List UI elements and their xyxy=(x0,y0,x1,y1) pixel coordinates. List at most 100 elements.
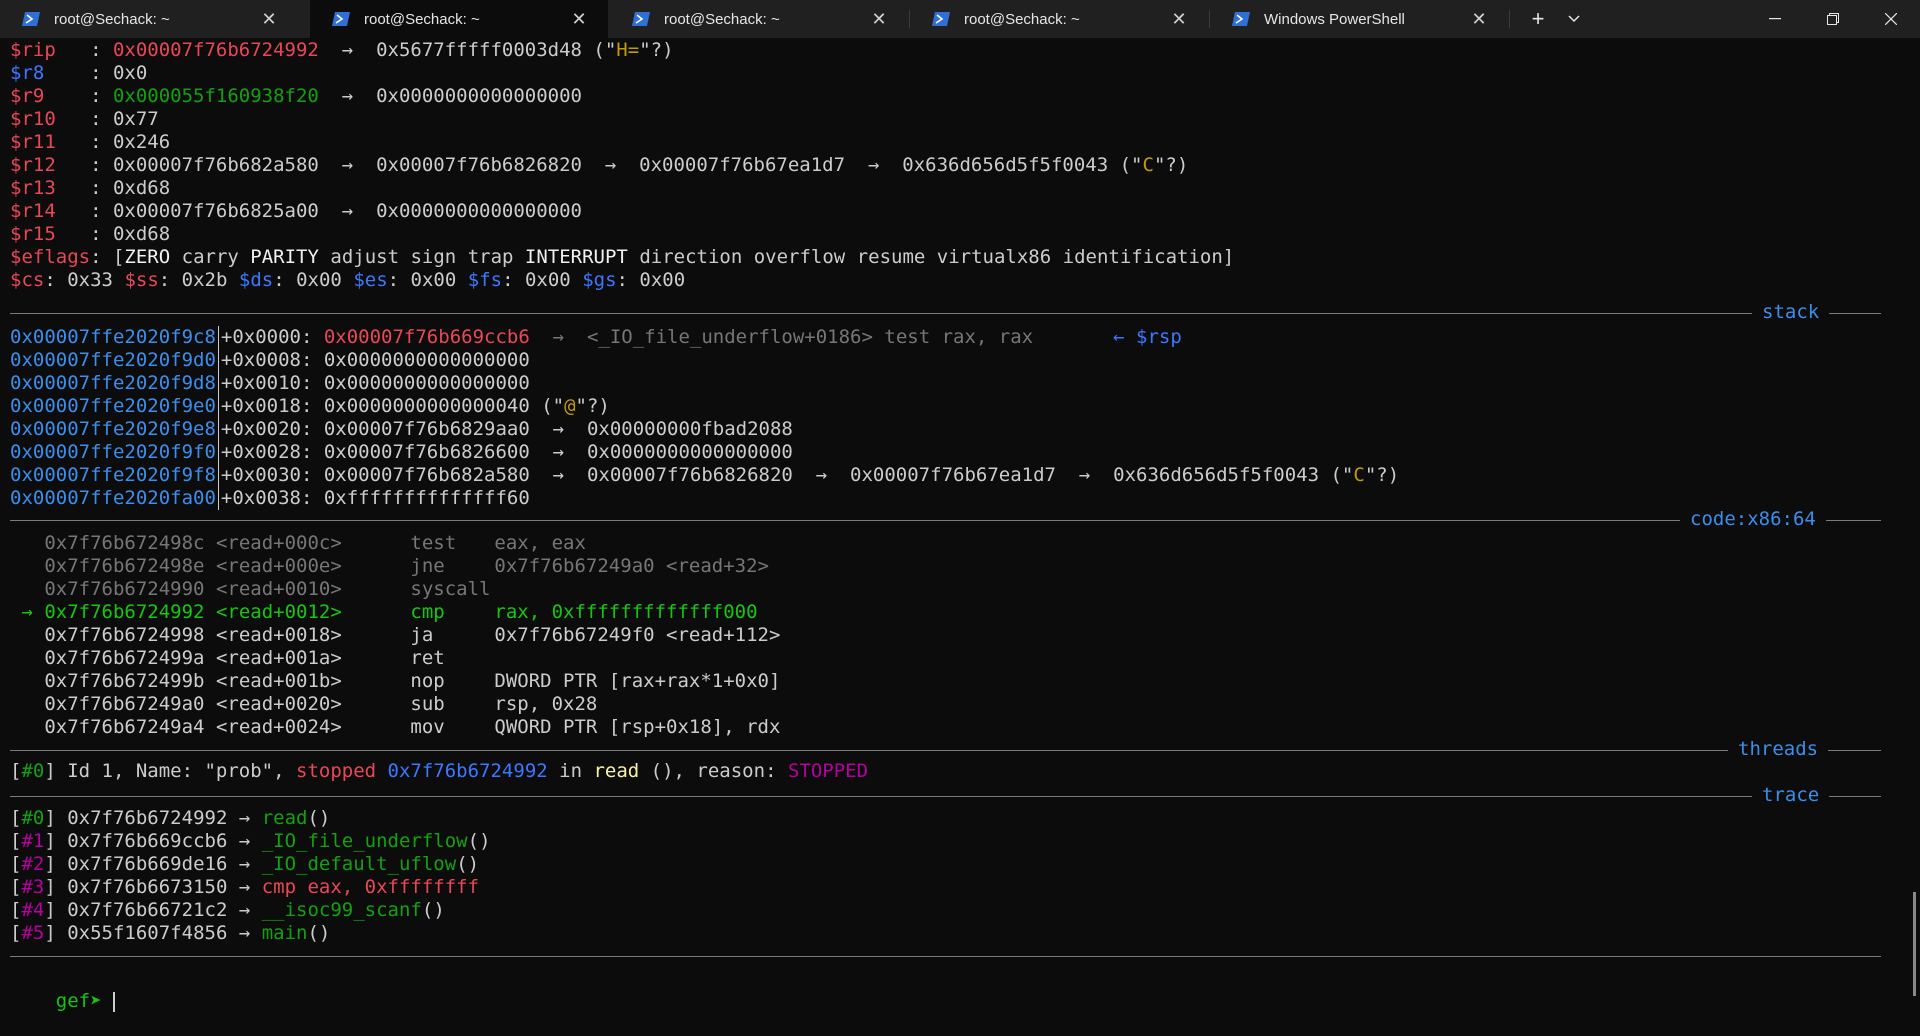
instruction-address: 0x7f76b672498c xyxy=(44,532,205,554)
frame-address: 0x7f76b66721c2 xyxy=(67,899,228,921)
segment-register-name: $fs xyxy=(467,269,503,291)
instruction-operands: 0x7f76b67249f0 <read+112> xyxy=(494,624,781,646)
close-window-button[interactable] xyxy=(1862,0,1920,38)
stack-column-separator xyxy=(217,372,219,395)
thread-info: #0 xyxy=(21,760,45,782)
frame-function: _IO_default_uflow xyxy=(261,853,457,875)
scrollbar[interactable] xyxy=(1913,892,1916,996)
eflag: ZERO xyxy=(124,246,171,268)
thread-line: [#0] Id 1, Name: "prob", stopped 0x7f76b… xyxy=(10,760,868,783)
register-separator: : xyxy=(44,62,113,84)
thread-info: stopped xyxy=(296,760,377,782)
stack-offset: +0x0038: xyxy=(220,487,324,509)
register-value: → 0x5677fffff0003d48 (" xyxy=(318,39,617,61)
segment-register-value: 0x33 xyxy=(67,269,113,291)
thread-info xyxy=(376,760,387,782)
code-line: 0x7f76b672498c <read+000c> test eax, eax xyxy=(10,532,586,555)
frame-call-parens: () xyxy=(421,899,445,921)
close-tab-icon[interactable]: ✕ xyxy=(1470,9,1488,30)
instruction-symbol: <read+001b> xyxy=(215,670,342,692)
new-tab-button[interactable]: + xyxy=(1520,0,1556,38)
stack-address: 0x00007ffe2020fa00 xyxy=(10,487,216,509)
stack-address: 0x00007ffe2020f9e0 xyxy=(10,395,216,417)
prompt-label: gef➤ xyxy=(55,990,113,1012)
tab-4[interactable]: root@Sechack: ~ ✕ xyxy=(910,0,1208,38)
register-line: $rip : 0x00007f76b6724992 → 0x5677fffff0… xyxy=(10,39,674,62)
close-tab-icon[interactable]: ✕ xyxy=(870,9,888,30)
powershell-icon xyxy=(632,11,650,27)
instruction-mnemonic: jne xyxy=(410,555,445,577)
command-prompt[interactable]: gef➤ xyxy=(10,967,115,1012)
close-tab-icon[interactable]: ✕ xyxy=(260,9,278,30)
powershell-icon xyxy=(1232,11,1250,27)
segment-register-value: 0x00 xyxy=(524,269,571,291)
restore-button[interactable] xyxy=(1804,0,1862,38)
stack-column-separator xyxy=(217,487,219,510)
instruction-symbol: <read+000e> xyxy=(215,555,342,577)
instruction-mnemonic: ja xyxy=(410,624,434,646)
register-separator: : xyxy=(55,177,113,199)
stack-offset: +0x0028: xyxy=(220,441,324,463)
tab-2[interactable]: root@Sechack: ~ ✕ xyxy=(310,0,608,38)
code-divider xyxy=(10,520,1881,521)
trace-frame: [#4] 0x7f76b66721c2 → __isoc99_scanf() xyxy=(10,899,445,921)
current-instruction-marker xyxy=(10,716,44,738)
frame-address: 0x7f76b6673150 xyxy=(67,876,228,898)
tab-1[interactable]: root@Sechack: ~ ✕ xyxy=(0,0,298,38)
stack-address: 0x00007ffe2020f9d8 xyxy=(10,372,216,394)
frame-function: __isoc99_scanf xyxy=(261,899,422,921)
instruction-symbol: <read+0024> xyxy=(215,716,342,738)
tab-3[interactable]: root@Sechack: ~ ✕ xyxy=(610,0,908,38)
prompt-divider xyxy=(10,956,1881,957)
frame-index: #1 xyxy=(21,830,45,852)
terminal-output[interactable]: $rip : 0x00007f76b6724992 → 0x5677fffff0… xyxy=(0,38,1920,1020)
frame-index: #5 xyxy=(21,922,45,944)
register-name: $rip xyxy=(10,39,56,61)
register-separator: : xyxy=(55,223,113,245)
instruction-mnemonic: sub xyxy=(410,693,445,715)
tab-5[interactable]: Windows PowerShell ✕ xyxy=(1210,0,1508,38)
instruction-mnemonic: nop xyxy=(410,670,445,692)
segment-register-value: 0x00 xyxy=(410,269,457,291)
close-tab-icon[interactable]: ✕ xyxy=(570,9,588,30)
thread-info: ] Id 1, Name: "prob", xyxy=(44,760,297,782)
stack-row: 0x00007ffe2020fa00 +0x0038: 0xfffffffffff… xyxy=(10,487,530,510)
stack-address: 0x00007ffe2020f9e8 xyxy=(10,418,216,440)
trace-divider xyxy=(10,796,1881,797)
instruction-address: 0x7f76b672499b xyxy=(44,670,205,692)
register-value: 0x246 xyxy=(112,131,171,153)
stack-value: "?) xyxy=(1364,464,1400,486)
segment-registers-line: $cs: 0x33 $ss: 0x2b $ds: 0x00 $es: 0x00 … xyxy=(10,269,686,291)
eflag: resume xyxy=(856,246,926,268)
eflags-bracket: ] xyxy=(1222,246,1235,268)
register-separator: : xyxy=(55,131,113,153)
segment-register-value: 0x2b xyxy=(181,269,228,291)
stack-address: 0x00007ffe2020f9f0 xyxy=(10,441,216,463)
code-section-label: code:x86:64 xyxy=(1680,508,1826,531)
instruction-operands: rax, 0xfffffffffffff000 xyxy=(494,601,758,623)
close-tab-icon[interactable]: ✕ xyxy=(1170,9,1188,30)
stack-row: 0x00007ffe2020f9c8 +0x0000: 0x00007f76b66… xyxy=(10,326,1182,349)
instruction-operands: rsp, 0x28 xyxy=(494,693,598,715)
code-line: 0x7f76b672499a <read+001a> ret xyxy=(10,647,494,670)
register-value: 0x00007f76b6724992 xyxy=(112,39,319,61)
thread-info: STOPPED xyxy=(787,760,869,782)
stack-offset: +0x0000: xyxy=(220,326,324,348)
instruction-mnemonic: ret xyxy=(410,647,445,669)
stack-row: 0x00007ffe2020f9d0 +0x0008: 0x00000000000… xyxy=(10,349,530,372)
threads-section-label: threads xyxy=(1728,738,1829,761)
tab-dropdown-icon[interactable] xyxy=(1556,0,1592,38)
register-line: $r14 : 0x00007f76b6825a00 → 0x0000000000… xyxy=(10,200,582,223)
minimize-button[interactable] xyxy=(1746,0,1804,38)
code-line: 0x7f76b6724990 <read+0010> syscall xyxy=(10,578,494,601)
register-name: $r14 xyxy=(10,200,56,222)
segment-register-name: $ss xyxy=(124,269,159,291)
frame-function: read xyxy=(261,807,308,829)
eflag: carry xyxy=(181,246,239,268)
instruction-address: 0x7f76b67249a4 xyxy=(44,716,205,738)
register-value: → 0x0000000000000000 xyxy=(318,85,582,107)
register-line: $r9 : 0x000055f160938f20 → 0x00000000000… xyxy=(10,85,582,108)
frame-call-parens: () xyxy=(307,807,331,829)
instruction-symbol: <read+0020> xyxy=(215,693,342,715)
instruction-symbol: <read+001a> xyxy=(215,647,342,669)
